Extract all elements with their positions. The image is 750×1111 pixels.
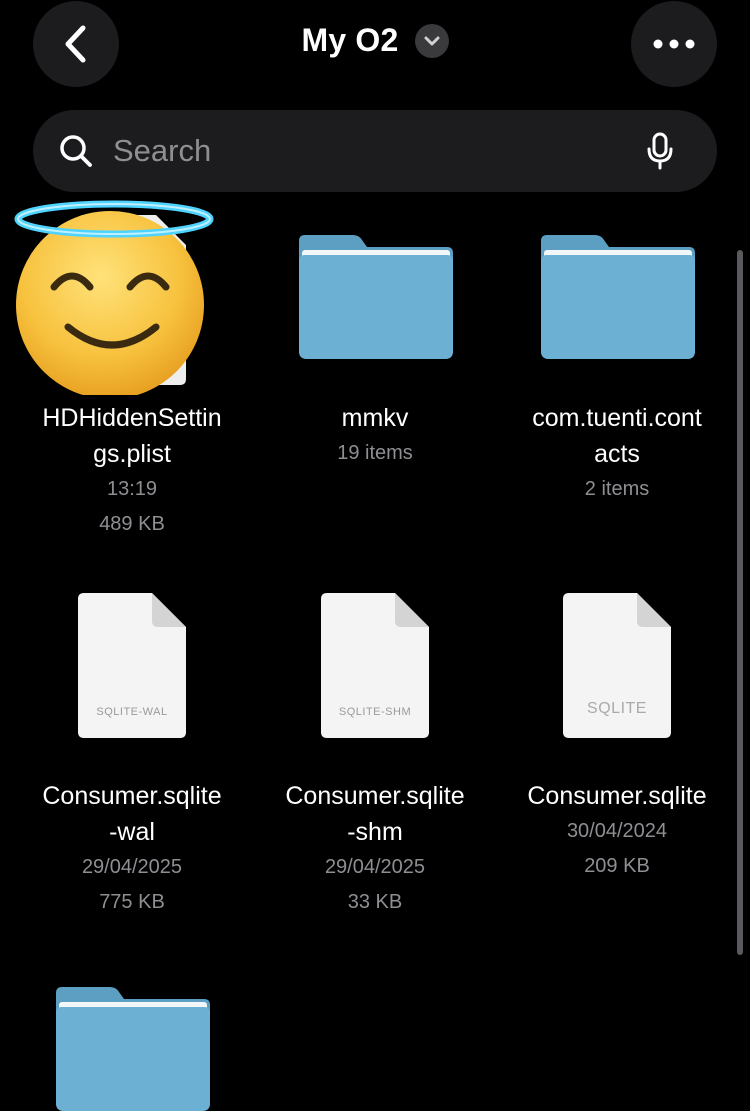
item-name: com.tuenti.cont acts	[532, 404, 702, 468]
scrollbar[interactable]	[737, 250, 743, 955]
item-name: Consumer.sqlite -shm	[285, 782, 465, 846]
item-size: 33 KB	[347, 891, 403, 913]
file-thumbnail: SQLITE	[502, 588, 732, 778]
file-thumbnail: SQLITE-SHM	[260, 588, 490, 778]
file-type-label: SQLITE-SHM	[338, 706, 412, 718]
search-bar[interactable]	[33, 110, 717, 192]
file-item-consumer-sqlite-shm[interactable]: SQLITE-SHM Consumer.sqlite -shm 29/04/20…	[260, 588, 490, 920]
smiling-face-with-halo-icon	[14, 200, 214, 395]
page-title: My O2	[301, 22, 399, 58]
files-browser-screen: My O2 Search HDHiddenSettin gs.plist 13:…	[0, 0, 750, 1111]
search-input[interactable]	[111, 132, 647, 170]
item-count: 2 items	[584, 478, 650, 500]
file-thumbnail	[14, 200, 247, 400]
item-count: 19 items	[337, 442, 413, 464]
item-date: 29/04/2025	[324, 856, 426, 878]
microphone-icon[interactable]	[647, 132, 673, 170]
item-date: 30/04/2024	[566, 820, 668, 842]
item-size: 489 KB	[99, 513, 165, 535]
item-date: 29/04/2025	[81, 856, 183, 878]
folder-thumbnail	[260, 210, 490, 400]
file-item-consumer-sqlite-wal[interactable]: SQLITE-WAL Consumer.sqlite -wal 29/04/20…	[17, 588, 247, 920]
file-item-hdhiddensettings[interactable]: HDHiddenSettin gs.plist 13:19 489 KB	[14, 200, 247, 542]
item-name: Consumer.sqlite	[527, 782, 707, 810]
file-thumbnail: SQLITE-WAL	[17, 588, 247, 778]
item-name: HDHiddenSettin gs.plist	[42, 404, 222, 468]
file-type-label: SQLITE	[587, 700, 647, 717]
item-date: 13:19	[106, 478, 158, 500]
more-options-button[interactable]	[631, 1, 717, 87]
item-size: 775 KB	[99, 891, 165, 913]
folder-thumbnail	[17, 962, 247, 1111]
folder-icon	[299, 235, 453, 359]
file-item-consumer-sqlite[interactable]: SQLITE Consumer.sqlite 30/04/2024 209 KB	[502, 588, 732, 884]
folder-item-mmkv[interactable]: mmkv 19 items	[260, 210, 490, 471]
folder-item-partial[interactable]	[17, 962, 247, 1111]
chevron-down-icon	[414, 23, 449, 58]
magnifier-icon	[60, 135, 92, 167]
folder-icon	[541, 235, 695, 359]
folder-icon	[56, 987, 210, 1111]
file-type-label: SQLITE-WAL	[96, 706, 168, 718]
folder-item-com-tuenti-contacts[interactable]: com.tuenti.cont acts 2 items	[502, 210, 732, 507]
item-name: Consumer.sqlite -wal	[42, 782, 222, 846]
folder-thumbnail	[502, 210, 732, 400]
item-size: 209 KB	[584, 855, 650, 877]
ellipsis-icon	[653, 39, 695, 49]
item-name: mmkv	[341, 404, 409, 432]
